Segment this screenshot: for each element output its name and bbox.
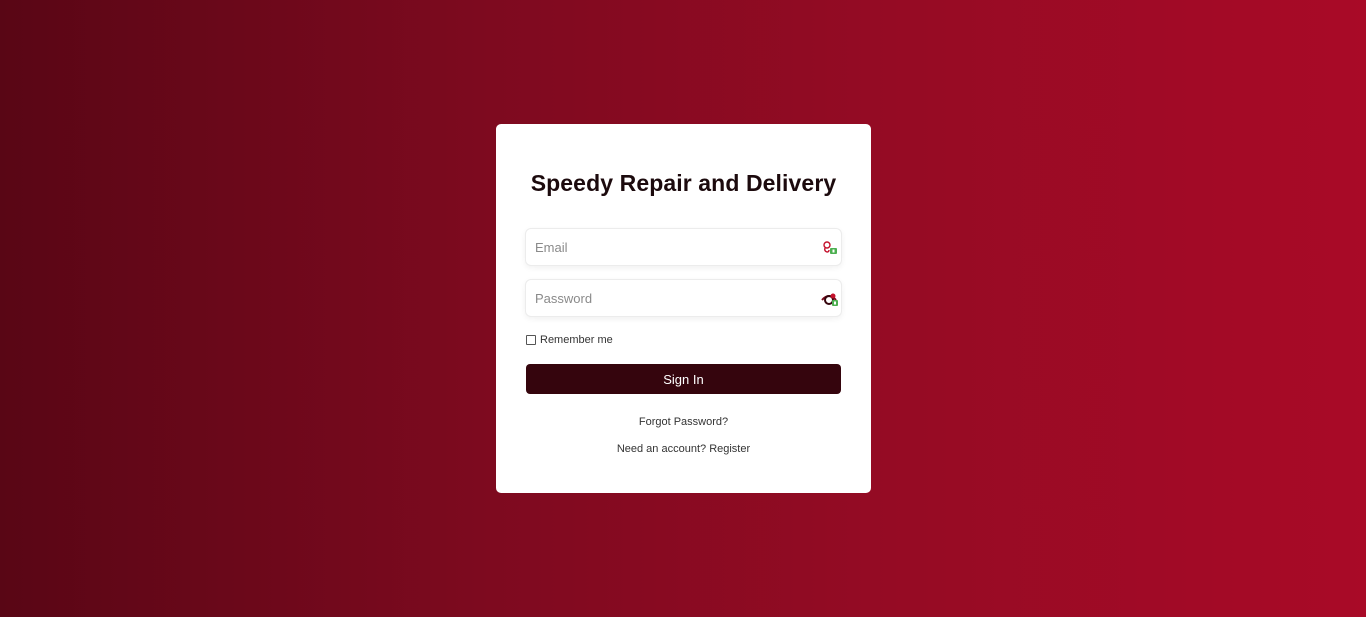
email-input[interactable] (526, 229, 841, 265)
register-link[interactable]: Register (709, 443, 750, 455)
password-input[interactable] (526, 280, 841, 316)
register-row: Need an account? Register (496, 443, 871, 455)
forgot-password-row: Forgot Password? (496, 416, 871, 428)
forgot-password-link[interactable]: Forgot Password? (639, 416, 728, 428)
email-field[interactable] (525, 228, 842, 266)
page-title: Speedy Repair and Delivery (530, 170, 837, 196)
remember-me-checkbox[interactable] (526, 335, 536, 345)
login-card: Speedy Repair and Delivery Remembe (496, 124, 871, 493)
password-field[interactable] (525, 279, 842, 317)
remember-me[interactable]: Remember me (526, 334, 613, 346)
register-prompt: Need an account? (616, 443, 707, 455)
password-manager-key-icon[interactable] (821, 240, 839, 256)
password-manager-eye-icon[interactable] (821, 291, 839, 307)
sign-in-button[interactable]: Sign In (526, 364, 841, 394)
remember-me-label: Remember me (540, 334, 613, 346)
